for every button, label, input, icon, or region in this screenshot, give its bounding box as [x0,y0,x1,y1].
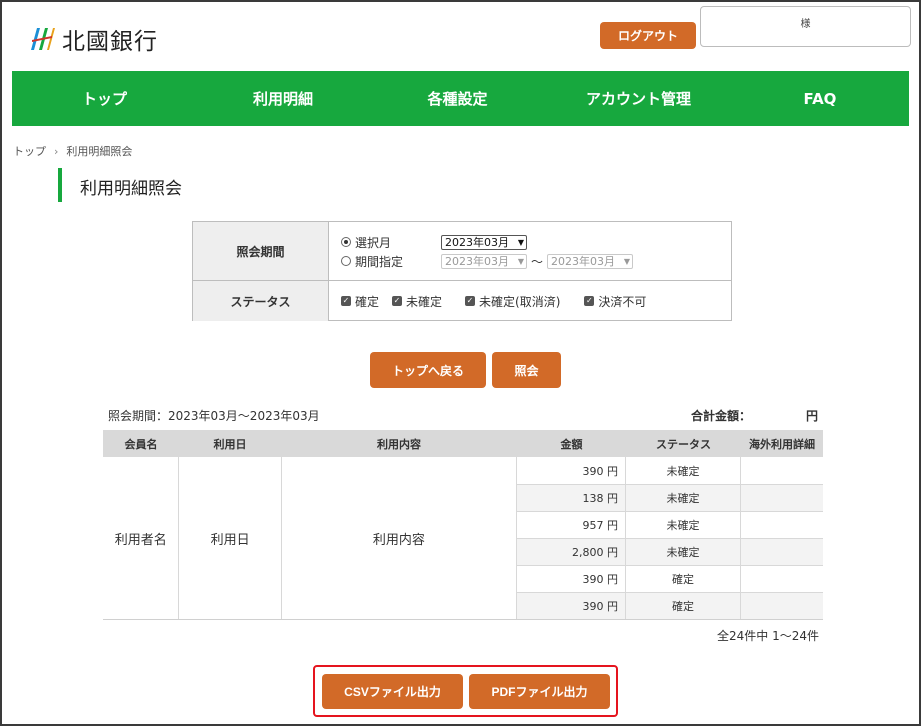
col-date: 利用日 [213,437,247,451]
back-to-top-button[interactable]: トップへ戻る [370,352,486,388]
nav-item-settings[interactable]: 各種設定 [369,88,546,109]
global-nav: トップ 利用明細 各種設定 アカウント管理 FAQ [12,71,909,126]
radio-month-label: 選択月 [355,235,392,250]
status-checkboxes: ✓ 確定 ✓ 未確定 ✓ 未確定(取消済) ✓ 決済不可 [329,281,731,321]
status-label: ステータス [193,281,329,321]
row-amount: 2,800 円 [517,539,627,565]
range-from-select[interactable]: 2023年03月 ▼ [441,253,527,269]
status-confirmed-label: 確定 [355,294,380,309]
result-period: 照会期間：2023年03月～2023年03月 [108,409,320,423]
user-suffix: 様 [800,19,811,30]
checkmark-icon: ✓ [392,296,403,306]
row-status: 未確定 [626,457,742,484]
range-to-value: 2023年03月 [551,255,616,268]
row-overseas [741,485,823,511]
radio-range-label: 期間指定 [355,254,404,269]
col-overseas: 海外利用詳細 [749,437,815,451]
bank-logo[interactable]: 北國銀行 [28,22,158,56]
checkmark-icon: ✓ [341,296,351,306]
filter-row-period: 照会期間 選択月 2023年03月 ▼ 期間指定 2023年03月 ▼ ～ 20… [193,222,731,281]
status-unconfirmed-checkbox[interactable]: ✓ 未確定 [392,293,442,310]
table-row: 390 円 未確定 [517,457,823,484]
breadcrumb-separator-icon: › [54,144,59,158]
total-amount-label: 合計金額： [691,409,752,423]
table-row: 390 円 確定 [517,592,824,619]
cell-use-date: 利用日 [179,457,282,619]
cell-member-name: 利用者名 [103,457,180,619]
chevron-down-icon: ▼ [517,237,524,247]
table-row: 2,800 円 未確定 [517,538,824,565]
cell-use-content: 利用内容 [282,457,518,619]
row-amount: 390 円 [517,593,627,619]
nav-item-account[interactable]: アカウント管理 [546,88,731,109]
table-header: 会員名 利用日 利用内容 金額 ステータス 海外利用詳細 [103,430,823,457]
statement-table: 会員名 利用日 利用内容 金額 ステータス 海外利用詳細 利用者名 利用日 利用… [103,430,824,620]
breadcrumb: トップ › 利用明細照会 [13,143,132,159]
breadcrumb-current: 利用明細照会 [66,145,133,158]
status-unconfirmed-label: 未確定 [406,294,443,309]
logout-button[interactable]: ログアウト [600,22,696,49]
table-row: 138 円 未確定 [517,484,824,511]
filter-row-status: ステータス ✓ 確定 ✓ 未確定 ✓ 未確定(取消済) ✓ 決済不可 [193,281,731,321]
row-amount: 138 円 [517,485,627,511]
result-count: 全24件中 1～24件 [717,629,819,643]
page-title: 利用明細照会 [80,179,182,199]
row-amount: 390 円 [517,457,627,484]
chevron-down-icon: ▼ [517,256,524,266]
row-overseas [741,457,823,484]
checkmark-icon: ✓ [465,296,476,306]
row-overseas [741,512,823,538]
row-status: 未確定 [626,512,742,538]
col-content: 利用内容 [377,437,421,451]
chevron-down-icon: ▼ [623,256,631,266]
range-to-select[interactable]: 2023年03月 ▼ [547,253,634,269]
status-cancelled-label: 未確定(取消済) [479,294,561,309]
status-unsettled-label: 決済不可 [598,294,647,309]
col-member: 会員名 [124,437,158,451]
row-status: 確定 [626,566,742,592]
status-confirmed-checkbox[interactable]: ✓ 確定 [341,293,379,310]
breadcrumb-home[interactable]: トップ [13,143,46,159]
range-separator: ～ [531,254,544,269]
bank-name: 北國銀行 [62,29,158,55]
month-select-value: 2023年03月 [445,236,509,249]
row-overseas [741,539,823,565]
search-button[interactable]: 照会 [492,352,561,388]
nav-item-top[interactable]: トップ [12,88,197,109]
status-cancelled-checkbox[interactable]: ✓ 未確定(取消済) [465,293,560,310]
search-filter-table: 照会期間 選択月 2023年03月 ▼ 期間指定 2023年03月 ▼ ～ 20… [192,221,732,321]
col-status: ステータス [656,437,711,451]
row-status: 未確定 [626,539,742,565]
row-status: 確定 [626,593,742,619]
radio-month[interactable] [341,237,351,247]
row-amount: 957 円 [517,512,627,538]
bank-logo-icon [31,28,55,50]
user-info-box: 様 [700,6,911,47]
range-from-value: 2023年03月 [445,255,509,268]
row-overseas [741,566,823,592]
row-amount: 390 円 [517,566,627,592]
page-frame: 北國銀行 ログアウト 様 トップ 利用明細 各種設定 アカウント管理 FAQ ト… [0,0,921,726]
col-amount: 金額 [560,437,583,451]
page-title-accent [58,168,62,202]
row-status: 未確定 [626,485,742,511]
table-body: 利用者名 利用日 利用内容 390 円 未確定 138 円 未確定 957 円 … [103,457,824,620]
table-row: 957 円 未確定 [517,511,824,538]
csv-export-button[interactable]: CSVファイル出力 [322,674,463,709]
period-label: 照会期間 [193,222,329,280]
nav-item-statement[interactable]: 利用明細 [197,88,369,109]
total-amount-unit: 円 [806,409,819,423]
period-controls: 選択月 2023年03月 ▼ 期間指定 2023年03月 ▼ ～ 2023年03… [329,222,731,280]
table-row: 390 円 確定 [517,565,824,592]
checkmark-icon: ✓ [584,296,595,306]
month-select[interactable]: 2023年03月 ▼ [441,234,527,250]
row-overseas [741,593,823,619]
nav-item-faq[interactable]: FAQ [731,90,909,108]
table-rows: 390 円 未確定 138 円 未確定 957 円 未確定 2,800 円 未確… [517,457,824,619]
pdf-export-button[interactable]: PDFファイル出力 [469,674,610,709]
status-unsettled-checkbox[interactable]: ✓ 決済不可 [584,293,646,310]
radio-range[interactable] [341,256,351,266]
